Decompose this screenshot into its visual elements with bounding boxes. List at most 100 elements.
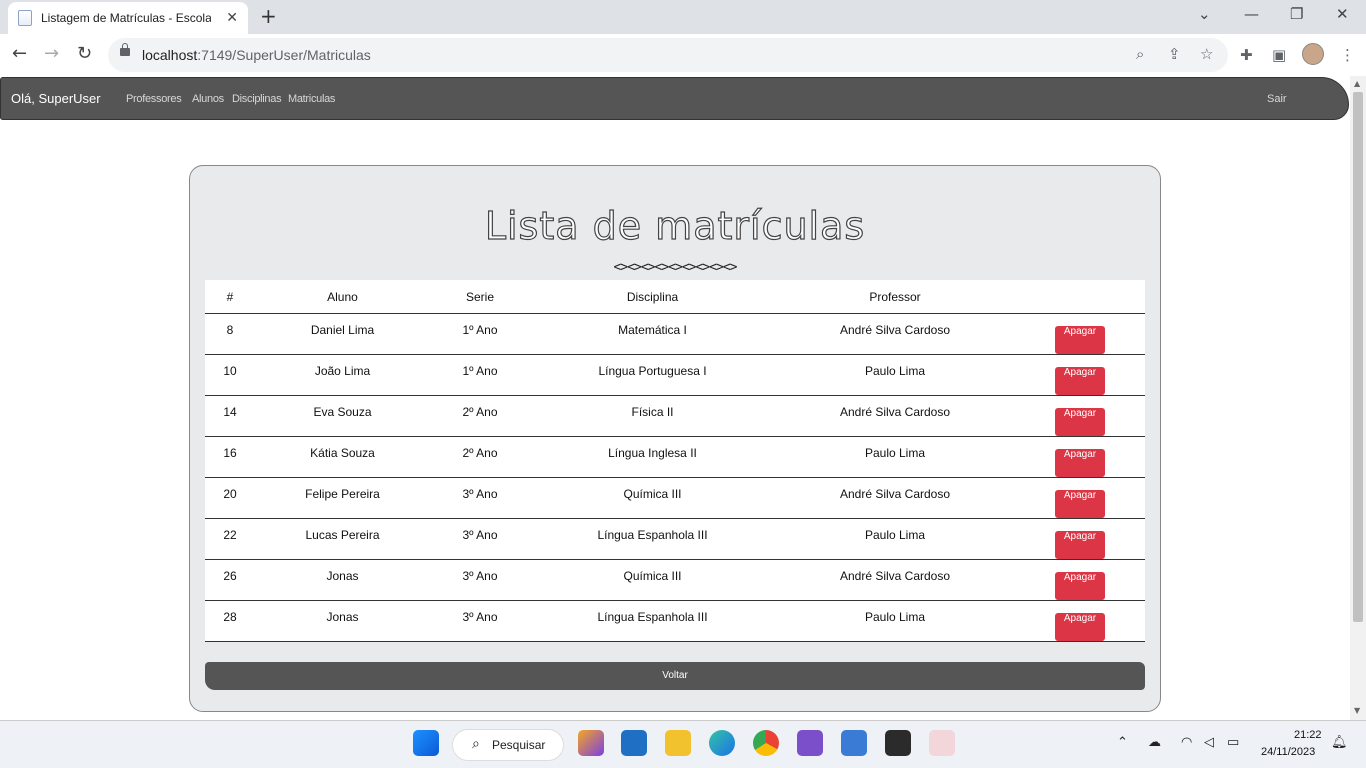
back-arrow-icon[interactable]: ← [12, 43, 27, 64]
cell-professor: André Silva Cardoso [775, 559, 1015, 601]
notification-bell-icon[interactable]: 🔔︎ [1331, 735, 1348, 750]
onedrive-icon[interactable]: ☁ [1148, 735, 1161, 750]
cell-serie: 3º Ano [430, 477, 530, 519]
windows-start-icon[interactable] [413, 730, 439, 756]
greeting-brand[interactable]: Olá, SuperUser [11, 91, 101, 106]
table-row: 22 Lucas Pereira 3º Ano Língua Espanhola… [205, 518, 1145, 560]
browser-toolbar: ← → ↻ localhost:7149/SuperUser/Matricula… [0, 34, 1366, 77]
enrollments-table: # Aluno Serie Disciplina Professor 8 Dan… [205, 280, 1145, 642]
cell-professor: Paulo Lima [775, 354, 1015, 396]
cell-professor: André Silva Cardoso [775, 477, 1015, 519]
column-header-actions [1015, 280, 1145, 314]
visual-studio-icon[interactable] [797, 730, 823, 756]
extensions-puzzle-icon[interactable]: ✚ [1240, 46, 1253, 64]
tab-close-icon[interactable]: ✕ [226, 10, 238, 26]
table-row: 20 Felipe Pereira 3º Ano Química III And… [205, 477, 1145, 519]
address-bar[interactable]: localhost:7149/SuperUser/Matriculas ⌕ ⇪ … [108, 38, 1228, 72]
cell-serie: 2º Ano [430, 436, 530, 478]
snipping-tool-icon[interactable] [929, 730, 955, 756]
clock-time[interactable]: 21:22 [1294, 729, 1322, 741]
delete-button[interactable]: Apagar [1055, 572, 1105, 600]
forward-arrow-icon[interactable]: → [44, 43, 59, 64]
clock-date[interactable]: 24/11/2023 [1261, 746, 1315, 758]
zoom-icon[interactable]: ⌕ [1136, 45, 1144, 63]
tab-search-chevron-icon[interactable]: ⌄ [1198, 5, 1211, 23]
column-header-aluno: Aluno [255, 280, 430, 314]
cell-professor: Paulo Lima [775, 600, 1015, 642]
delete-button[interactable]: Apagar [1055, 613, 1105, 641]
table-row: 8 Daniel Lima 1º Ano Matemática I André … [205, 313, 1145, 355]
page-scrollbar[interactable]: ▲ ▼ [1350, 76, 1366, 720]
terminal-icon[interactable] [885, 730, 911, 756]
scroll-down-arrow-icon[interactable]: ▼ [1354, 706, 1360, 715]
cell-id: 8 [205, 313, 255, 355]
chrome-icon[interactable] [753, 730, 779, 756]
cell-actions: Apagar [1015, 436, 1145, 478]
cell-id: 26 [205, 559, 255, 601]
cell-id: 22 [205, 518, 255, 560]
cell-id: 16 [205, 436, 255, 478]
table-row: 26 Jonas 3º Ano Química III André Silva … [205, 559, 1145, 601]
nav-link-matriculas[interactable]: Matriculas [288, 93, 335, 105]
wifi-icon[interactable]: ◠ [1181, 735, 1192, 750]
back-button[interactable]: Voltar [205, 662, 1145, 690]
cell-id: 20 [205, 477, 255, 519]
cell-disciplina: Matemática I [530, 313, 775, 355]
cell-disciplina: Química III [530, 477, 775, 519]
cell-serie: 2º Ano [430, 395, 530, 437]
new-tab-icon[interactable]: + [260, 4, 277, 28]
top-navbar: Olá, SuperUser Professores Alunos Discip… [0, 77, 1349, 120]
restore-icon[interactable]: ❐ [1290, 5, 1303, 23]
share-icon[interactable]: ⇪ [1168, 45, 1181, 63]
browser-menu-icon[interactable]: ⋮ [1340, 46, 1355, 64]
window-close-icon[interactable]: ✕ [1336, 5, 1349, 23]
search-icon: ⌕ [472, 736, 480, 752]
cell-serie: 3º Ano [430, 518, 530, 560]
tray-expand-chevron-icon[interactable]: ⌃ [1117, 735, 1128, 750]
minimize-icon[interactable]: — [1244, 5, 1259, 23]
cell-id: 14 [205, 395, 255, 437]
battery-icon[interactable]: ▭ [1227, 735, 1239, 750]
delete-button[interactable]: Apagar [1055, 326, 1105, 354]
cell-aluno: Jonas [255, 600, 430, 642]
delete-button[interactable]: Apagar [1055, 490, 1105, 518]
scroll-up-arrow-icon[interactable]: ▲ [1354, 79, 1360, 88]
table-row: 28 Jonas 3º Ano Língua Espanhola III Pau… [205, 600, 1145, 642]
cell-aluno: Kátia Souza [255, 436, 430, 478]
table-row: 16 Kátia Souza 2º Ano Língua Inglesa II … [205, 436, 1145, 478]
nav-link-disciplinas[interactable]: Disciplinas [232, 93, 282, 105]
cell-serie: 1º Ano [430, 354, 530, 396]
cell-professor: André Silva Cardoso [775, 313, 1015, 355]
file-explorer-icon[interactable] [665, 730, 691, 756]
logout-link[interactable]: Sair [1267, 93, 1287, 105]
cell-disciplina: Língua Espanhola III [530, 518, 775, 560]
cell-actions: Apagar [1015, 600, 1145, 642]
cell-professor: Paulo Lima [775, 436, 1015, 478]
delete-button[interactable]: Apagar [1055, 531, 1105, 559]
bookmark-star-icon[interactable]: ☆ [1200, 45, 1213, 63]
lock-icon [120, 43, 130, 56]
profile-avatar[interactable] [1302, 43, 1324, 65]
delete-button[interactable]: Apagar [1055, 449, 1105, 477]
copilot-icon[interactable] [578, 730, 604, 756]
delete-button[interactable]: Apagar [1055, 408, 1105, 436]
nav-link-alunos[interactable]: Alunos [192, 93, 224, 105]
store-icon[interactable] [621, 730, 647, 756]
browser-tab-strip: Listagem de Matrículas - Escola ✕ + ⌄ — … [0, 0, 1366, 34]
side-panel-icon[interactable]: ▣ [1272, 46, 1286, 64]
delete-button[interactable]: Apagar [1055, 367, 1105, 395]
reload-icon[interactable]: ↻ [77, 43, 92, 64]
cell-serie: 1º Ano [430, 313, 530, 355]
notepad-icon[interactable] [841, 730, 867, 756]
nav-link-professores[interactable]: Professores [126, 93, 182, 105]
volume-icon[interactable]: ◁ [1204, 735, 1214, 750]
tab-title: Listagem de Matrículas - Escola [41, 11, 211, 25]
cell-actions: Apagar [1015, 354, 1145, 396]
taskbar-search[interactable]: ⌕ Pesquisar [452, 729, 564, 761]
edge-icon[interactable] [709, 730, 735, 756]
browser-tab[interactable]: Listagem de Matrículas - Escola ✕ [8, 2, 248, 34]
cell-id: 28 [205, 600, 255, 642]
url-text[interactable]: localhost:7149/SuperUser/Matriculas [142, 47, 371, 63]
scroll-thumb[interactable] [1353, 92, 1363, 622]
cell-aluno: Eva Souza [255, 395, 430, 437]
